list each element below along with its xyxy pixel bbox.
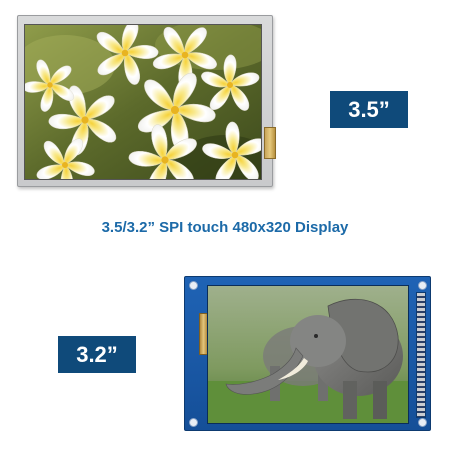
pin-header — [416, 292, 426, 418]
mount-hole — [418, 418, 427, 427]
mount-hole — [189, 418, 198, 427]
display-3-5-module — [17, 15, 276, 187]
product-title: 3.5/3.2” SPI touch 480x320 Display — [101, 219, 349, 236]
mount-hole — [418, 281, 427, 290]
display-3-2-module — [184, 276, 431, 431]
flex-connector — [264, 127, 276, 159]
flower-screen-image — [24, 24, 262, 180]
size-badge-3-5: 3.5” — [330, 91, 408, 128]
elephant-screen-image — [207, 285, 409, 424]
size-badge-3-2: 3.2” — [58, 336, 136, 373]
mount-hole — [189, 281, 198, 290]
